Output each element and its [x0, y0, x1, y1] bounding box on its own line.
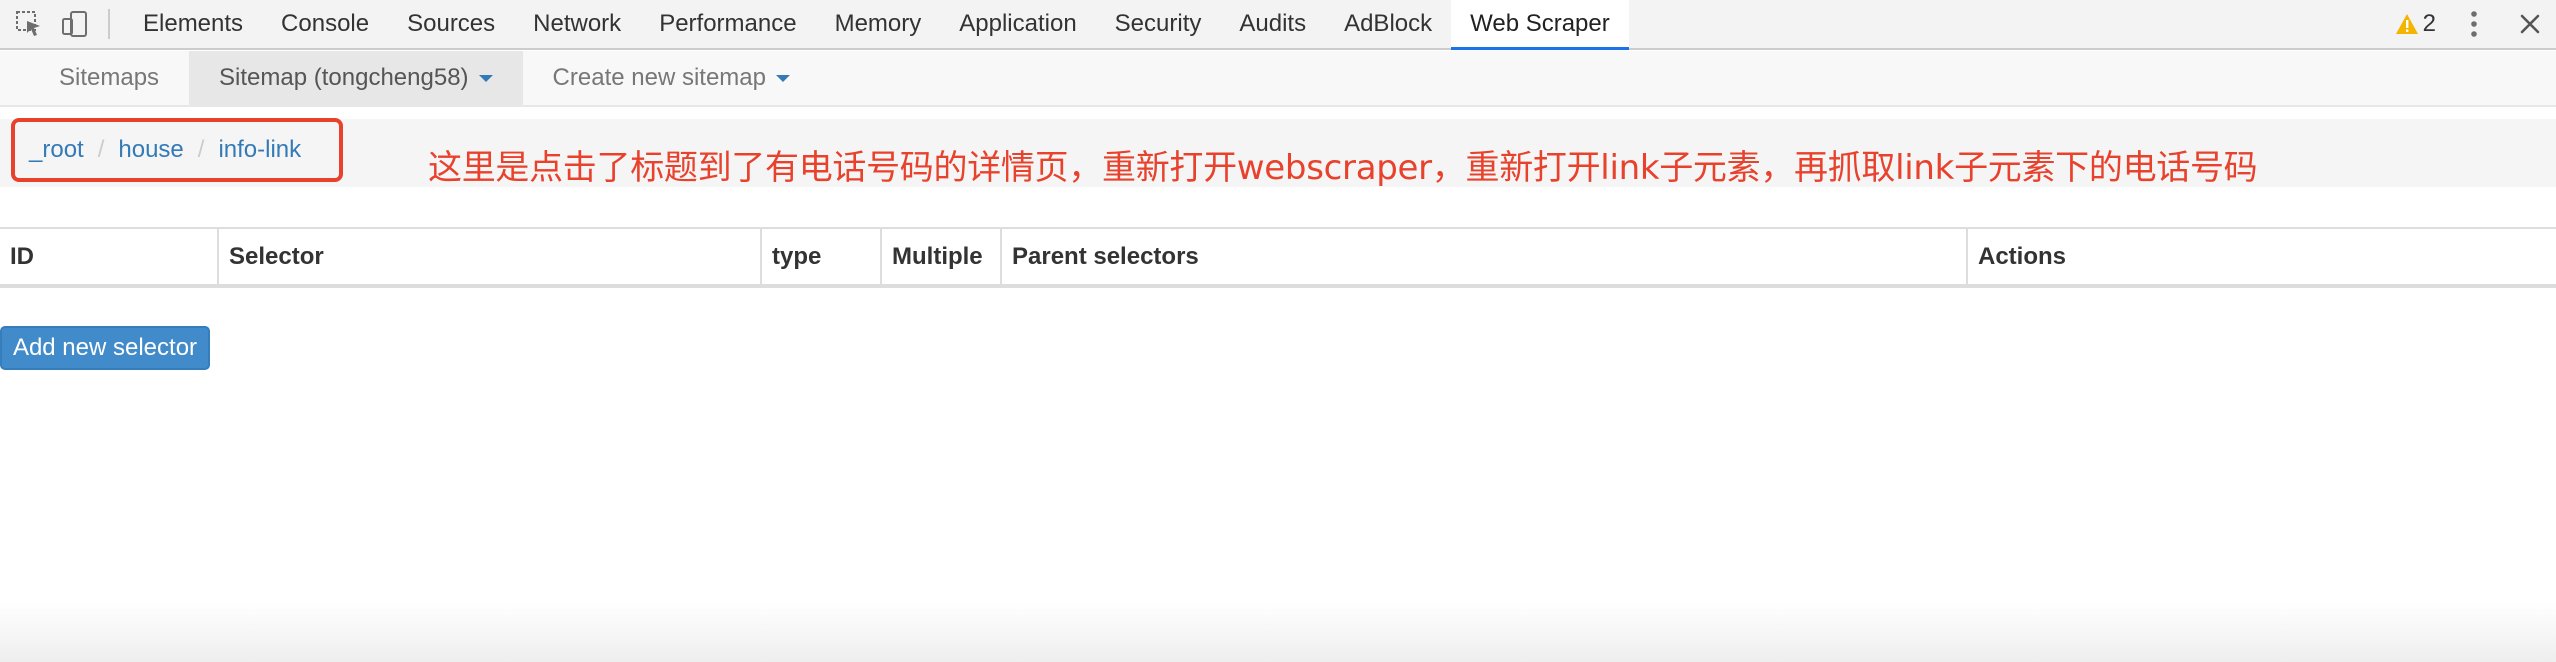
- caret-down-icon: [478, 74, 493, 82]
- tab-network[interactable]: Network: [514, 0, 640, 48]
- tab-memory[interactable]: Memory: [816, 0, 941, 48]
- tab-sources[interactable]: Sources: [388, 0, 514, 48]
- col-actions: Actions: [1967, 227, 2556, 288]
- nav-sitemap-dropdown[interactable]: Sitemap (tongcheng58): [189, 51, 523, 105]
- table-header-row: ID Selector type Multiple Parent selecto…: [0, 227, 2556, 288]
- nav-create-sitemap-dropdown[interactable]: Create new sitemap: [523, 51, 820, 105]
- breadcrumb-separator: /: [97, 136, 105, 163]
- tab-console[interactable]: Console: [262, 0, 388, 48]
- nav-sitemap-label: Sitemap (tongcheng58): [219, 64, 469, 91]
- tab-audits[interactable]: Audits: [1220, 0, 1325, 48]
- breadcrumb: _root / house / info-link: [11, 118, 343, 182]
- kebab-menu-icon[interactable]: [2460, 4, 2488, 44]
- warnings-counter[interactable]: 2: [2395, 10, 2436, 38]
- devtools-toolbar: Elements Console Sources Network Perform…: [0, 0, 2556, 50]
- breadcrumb-separator: /: [197, 136, 205, 163]
- col-id: ID: [0, 227, 219, 288]
- caret-down-icon: [775, 74, 790, 82]
- tab-elements[interactable]: Elements: [124, 0, 262, 48]
- tab-security[interactable]: Security: [1096, 0, 1221, 48]
- nav-sitemaps[interactable]: Sitemaps: [0, 51, 189, 105]
- inspect-element-icon[interactable]: [12, 7, 46, 41]
- toolbar-right: 2: [2395, 0, 2556, 48]
- col-selector: Selector: [218, 227, 762, 288]
- annotation-note: 这里是点击了标题到了有电话号码的详情页，重新打开webscraper，重新打开l…: [428, 148, 2258, 188]
- panel-tabs: Elements Console Sources Network Perform…: [124, 0, 1629, 50]
- breadcrumb-info-link[interactable]: info-link: [218, 136, 301, 164]
- device-toolbar-icon[interactable]: [58, 7, 92, 41]
- col-type: type: [761, 227, 882, 288]
- warning-count: 2: [2422, 10, 2436, 37]
- toolbar-divider: [108, 9, 110, 39]
- add-new-selector-button[interactable]: Add new selector: [0, 326, 210, 370]
- tab-web-scraper[interactable]: Web Scraper: [1451, 0, 1629, 50]
- tab-application[interactable]: Application: [940, 0, 1095, 48]
- tab-adblock[interactable]: AdBlock: [1325, 0, 1451, 48]
- close-icon[interactable]: [2516, 10, 2544, 38]
- col-parent-selectors: Parent selectors: [1001, 227, 1968, 288]
- selector-table: ID Selector type Multiple Parent selecto…: [0, 227, 2556, 288]
- tab-performance[interactable]: Performance: [640, 0, 815, 48]
- nav-create-label: Create new sitemap: [552, 64, 766, 91]
- col-multiple: Multiple: [881, 227, 1002, 288]
- breadcrumb-house[interactable]: house: [118, 136, 183, 164]
- warning-triangle-icon: [2395, 14, 2418, 34]
- breadcrumb-root[interactable]: _root: [29, 136, 84, 164]
- nav-sitemaps-label: Sitemaps: [59, 64, 160, 91]
- web-scraper-nav: Sitemaps Sitemap (tongcheng58) Create ne…: [0, 51, 2556, 107]
- bottom-shadow: [0, 602, 2556, 662]
